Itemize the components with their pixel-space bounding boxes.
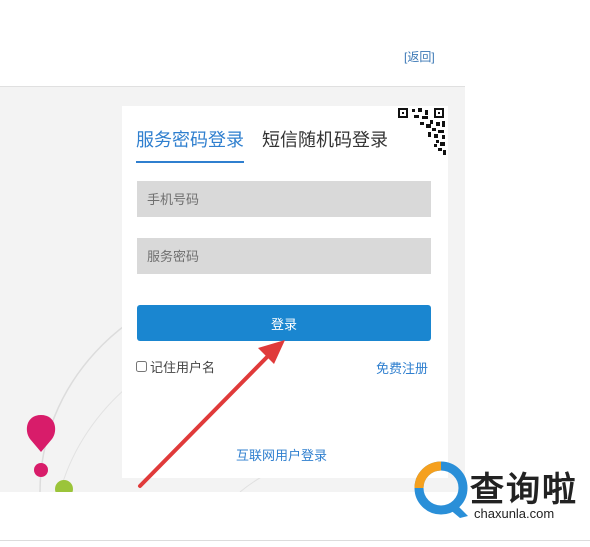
login-tabs: 服务密码登录 短信随机码登录 bbox=[136, 122, 436, 162]
top-bar: [返回] bbox=[0, 0, 590, 86]
green-dot-icon bbox=[55, 480, 73, 492]
remember-username[interactable]: 记住用户名 bbox=[136, 357, 215, 376]
back-link[interactable]: [返回] bbox=[404, 48, 435, 65]
login-panel: 服务密码登录 短信随机码登录 登录 记住用户名 免费注册 互联网用户登录 bbox=[122, 106, 448, 478]
free-register-link[interactable]: 免费注册 bbox=[376, 358, 428, 377]
service-password-input[interactable] bbox=[137, 238, 431, 274]
bottom-divider bbox=[0, 540, 590, 541]
login-button[interactable]: 登录 bbox=[137, 305, 431, 341]
watermark-name-en: chaxunla.com bbox=[474, 506, 555, 521]
internet-user-login-link[interactable]: 互联网用户登录 bbox=[236, 445, 327, 464]
tab-service-password[interactable]: 服务密码登录 bbox=[136, 126, 244, 152]
watermark-logo: 查询啦 chaxunla.com bbox=[414, 458, 590, 526]
watermark-name-cn: 查询啦 bbox=[470, 471, 578, 509]
magnifier-logo-icon bbox=[414, 461, 468, 518]
map-pin-icon bbox=[26, 415, 56, 477]
qr-code-icon[interactable] bbox=[392, 106, 448, 158]
remember-username-label: 记住用户名 bbox=[150, 360, 216, 375]
active-tab-indicator bbox=[136, 161, 244, 163]
phone-number-input[interactable] bbox=[137, 181, 431, 217]
remember-username-checkbox[interactable] bbox=[136, 361, 147, 372]
tab-sms-code[interactable]: 短信随机码登录 bbox=[262, 126, 388, 152]
